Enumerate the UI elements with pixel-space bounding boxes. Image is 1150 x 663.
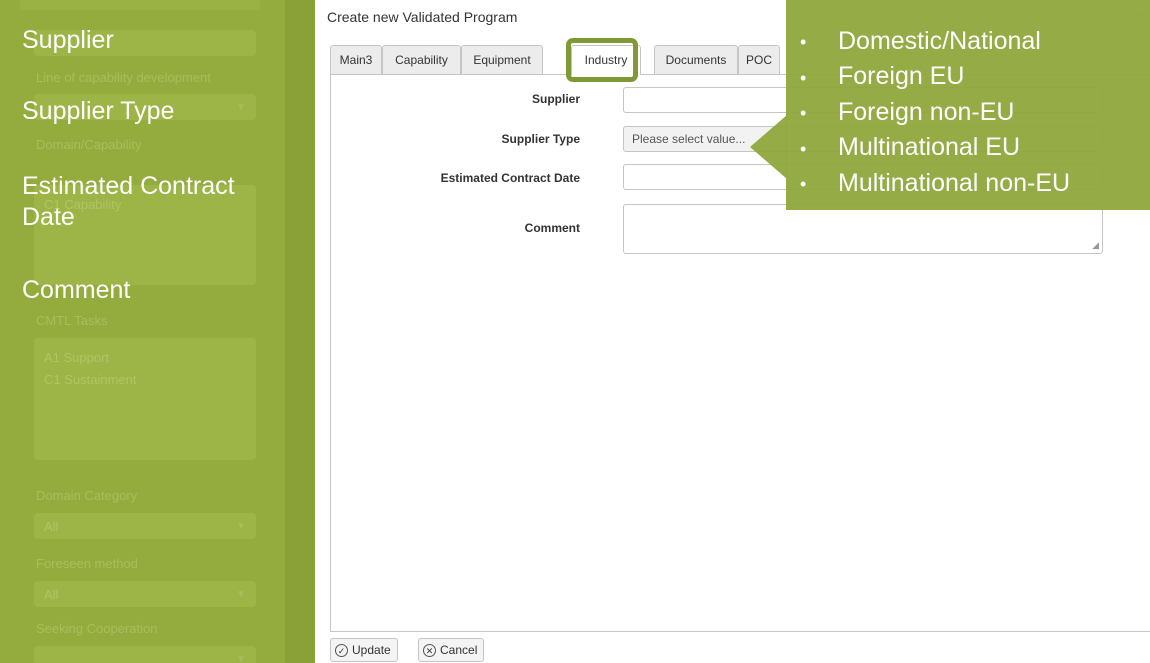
- bullet-icon: •: [800, 103, 807, 124]
- option-label: Multinational non-EU: [838, 168, 1071, 197]
- list-item: • Domestic/National: [800, 24, 1070, 59]
- close-circle-icon: ✕: [423, 644, 436, 658]
- supplier-label: Supplier: [531, 92, 580, 106]
- tab-highlight-frame: [566, 38, 638, 82]
- tab-capability[interactable]: Capability: [382, 45, 461, 74]
- sidebar-cmtl-label: CMTL Tasks: [36, 313, 108, 328]
- bullet-icon: •: [800, 67, 807, 88]
- comment-textarea[interactable]: ◢: [623, 204, 1103, 254]
- sidebar-cmtl-list[interactable]: A1 Support C1 Sustainment: [34, 338, 256, 460]
- sidebar-divider: [285, 0, 315, 663]
- cancel-button-label: Cancel: [440, 643, 478, 657]
- option-label: Multinational EU: [838, 133, 1021, 162]
- overlay-label-contract-date: Estimated Contract Date: [22, 172, 235, 231]
- chevron-down-icon: ▼: [236, 521, 246, 532]
- supplier-type-options-callout: • Domestic/National • Foreign EU • Foreign …: [786, 0, 1150, 210]
- sidebar-domain-category-select[interactable]: All ▼: [34, 513, 256, 539]
- list-item[interactable]: C1 Sustainment: [44, 372, 137, 387]
- comment-label: Comment: [524, 221, 580, 235]
- chevron-down-icon: ▼: [236, 589, 246, 600]
- overlay-label-supplier-type: Supplier Type: [22, 97, 175, 125]
- overlay-label-supplier: Supplier: [22, 26, 114, 54]
- tab-documents[interactable]: Documents: [654, 45, 738, 74]
- tab-poc[interactable]: POC: [738, 45, 780, 74]
- option-label: Foreign non-EU: [838, 97, 1015, 126]
- supplier-type-label: Supplier Type: [501, 132, 580, 146]
- overlay-label-comment: Comment: [22, 276, 131, 304]
- sidebar-foreseen-label: Foreseen method: [36, 556, 138, 571]
- contract-date-label: Estimated Contract Date: [440, 171, 580, 185]
- bullet-icon: •: [800, 32, 807, 53]
- cancel-button[interactable]: ✕ Cancel: [418, 638, 485, 662]
- sidebar-select-value: All: [44, 587, 59, 602]
- sidebar-seeking-select[interactable]: ▼: [34, 646, 256, 663]
- list-item[interactable]: A1 Support: [44, 350, 109, 365]
- callout-pointer: [750, 115, 787, 179]
- sidebar-foreseen-select[interactable]: All ▼: [34, 581, 256, 607]
- list-item: • Multinational non-EU: [800, 166, 1070, 201]
- chevron-down-icon: ▼: [236, 654, 246, 663]
- bullet-icon: •: [800, 173, 807, 194]
- update-button-label: Update: [352, 643, 391, 657]
- check-circle-icon: ✓: [335, 644, 348, 658]
- supplier-type-options-list: • Domestic/National • Foreign EU • Foreign …: [800, 24, 1070, 201]
- dialog-title: Create new Validated Program: [327, 9, 518, 25]
- sidebar-select-value: All: [44, 519, 59, 534]
- supplier-type-placeholder: Please select value...: [632, 132, 746, 146]
- list-item: • Foreign EU: [800, 59, 1070, 94]
- sidebar-top-bar: [20, 0, 260, 10]
- list-item: • Multinational EU: [800, 130, 1070, 165]
- tab-main3[interactable]: Main3: [330, 45, 382, 74]
- update-button[interactable]: ✓ Update: [330, 638, 398, 662]
- resize-handle-icon[interactable]: ◢: [1092, 240, 1099, 251]
- sidebar-domain-category-label: Domain Category: [36, 488, 138, 503]
- sidebar-seeking-label: Seeking Cooperation: [36, 621, 158, 636]
- bullet-icon: •: [800, 138, 807, 159]
- list-item: • Foreign non-EU: [800, 95, 1070, 130]
- chevron-down-icon: ▼: [236, 102, 246, 113]
- tab-equipment[interactable]: Equipment: [461, 45, 543, 74]
- sidebar-line-label: Line of capability development: [36, 70, 211, 85]
- option-label: Foreign EU: [838, 62, 965, 91]
- sidebar-domain-label: Domain/Capability: [36, 137, 142, 152]
- option-label: Domestic/National: [838, 27, 1041, 55]
